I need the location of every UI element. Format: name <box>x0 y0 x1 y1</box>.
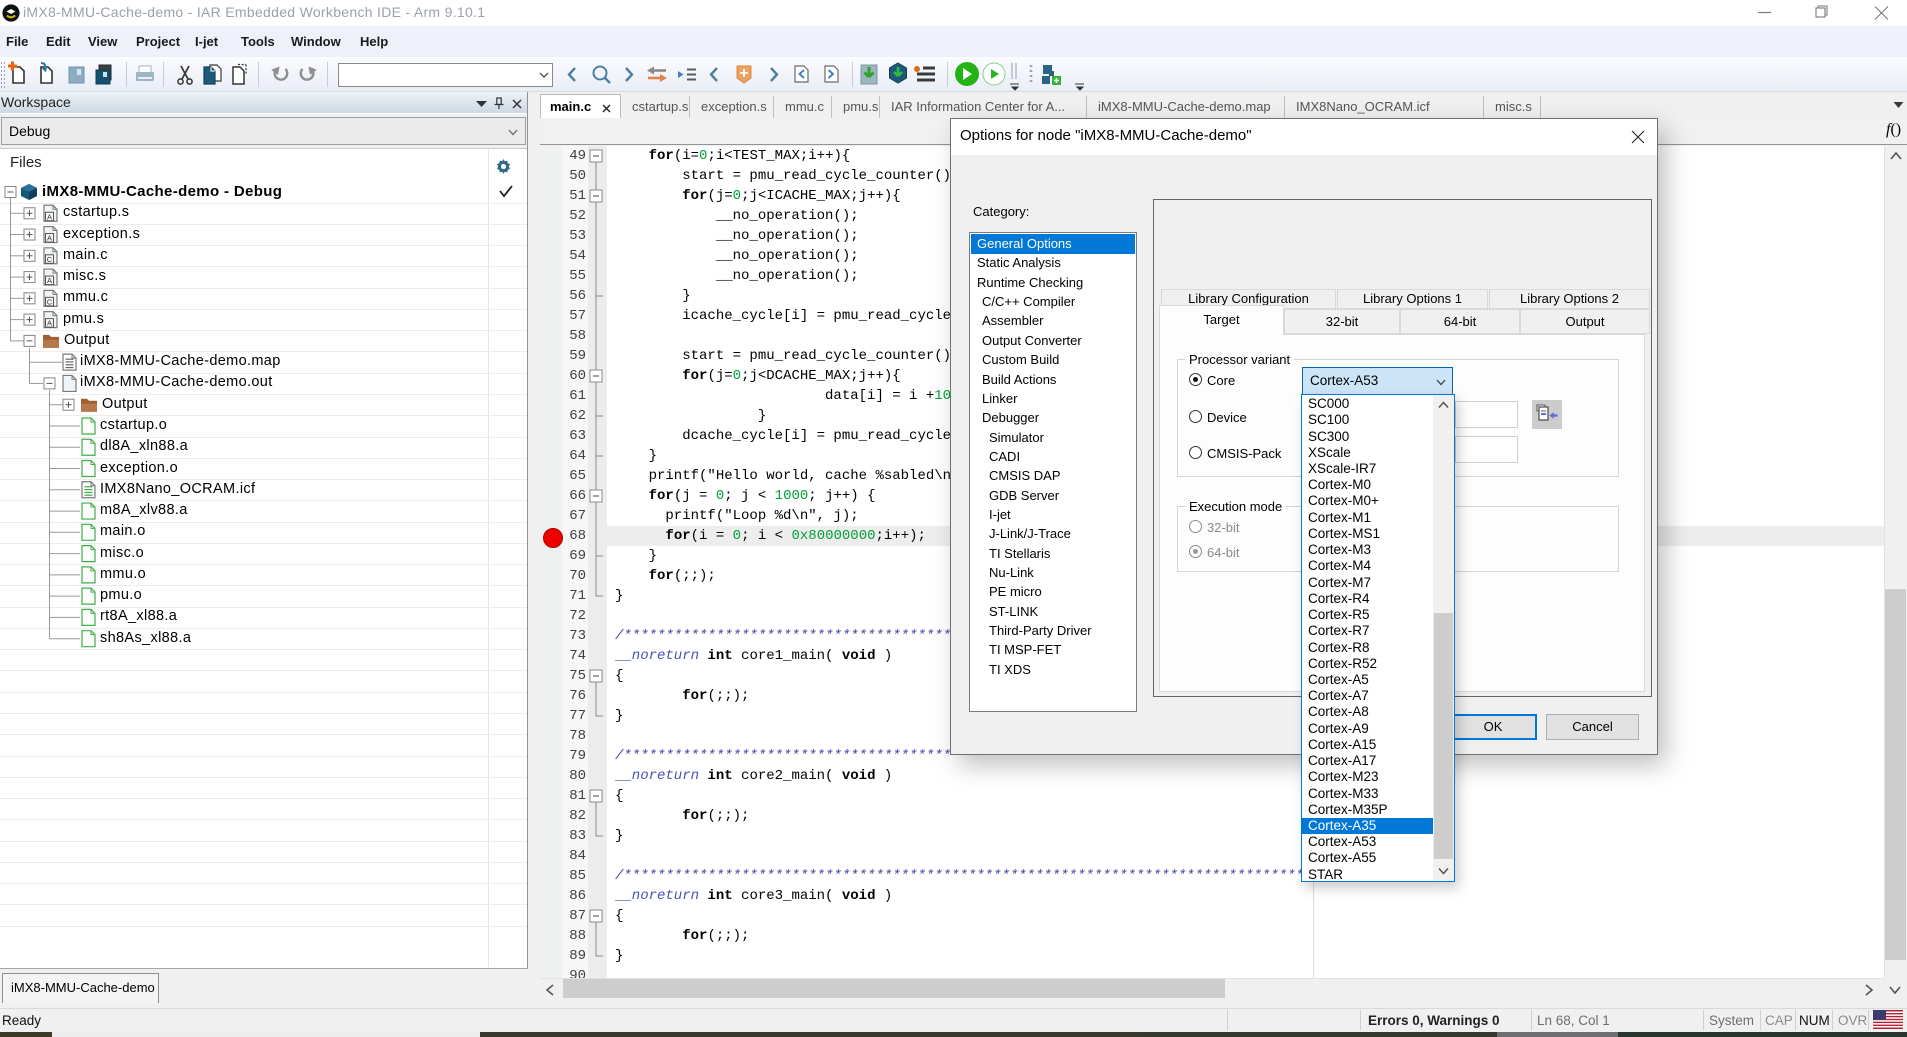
svg-text:A: A <box>47 212 52 221</box>
svg-text:A: A <box>47 276 52 285</box>
svg-text:C: C <box>47 255 53 264</box>
svg-text:C: C <box>47 297 53 306</box>
svg-text:A: A <box>47 319 52 328</box>
svg-text:A: A <box>47 234 52 243</box>
